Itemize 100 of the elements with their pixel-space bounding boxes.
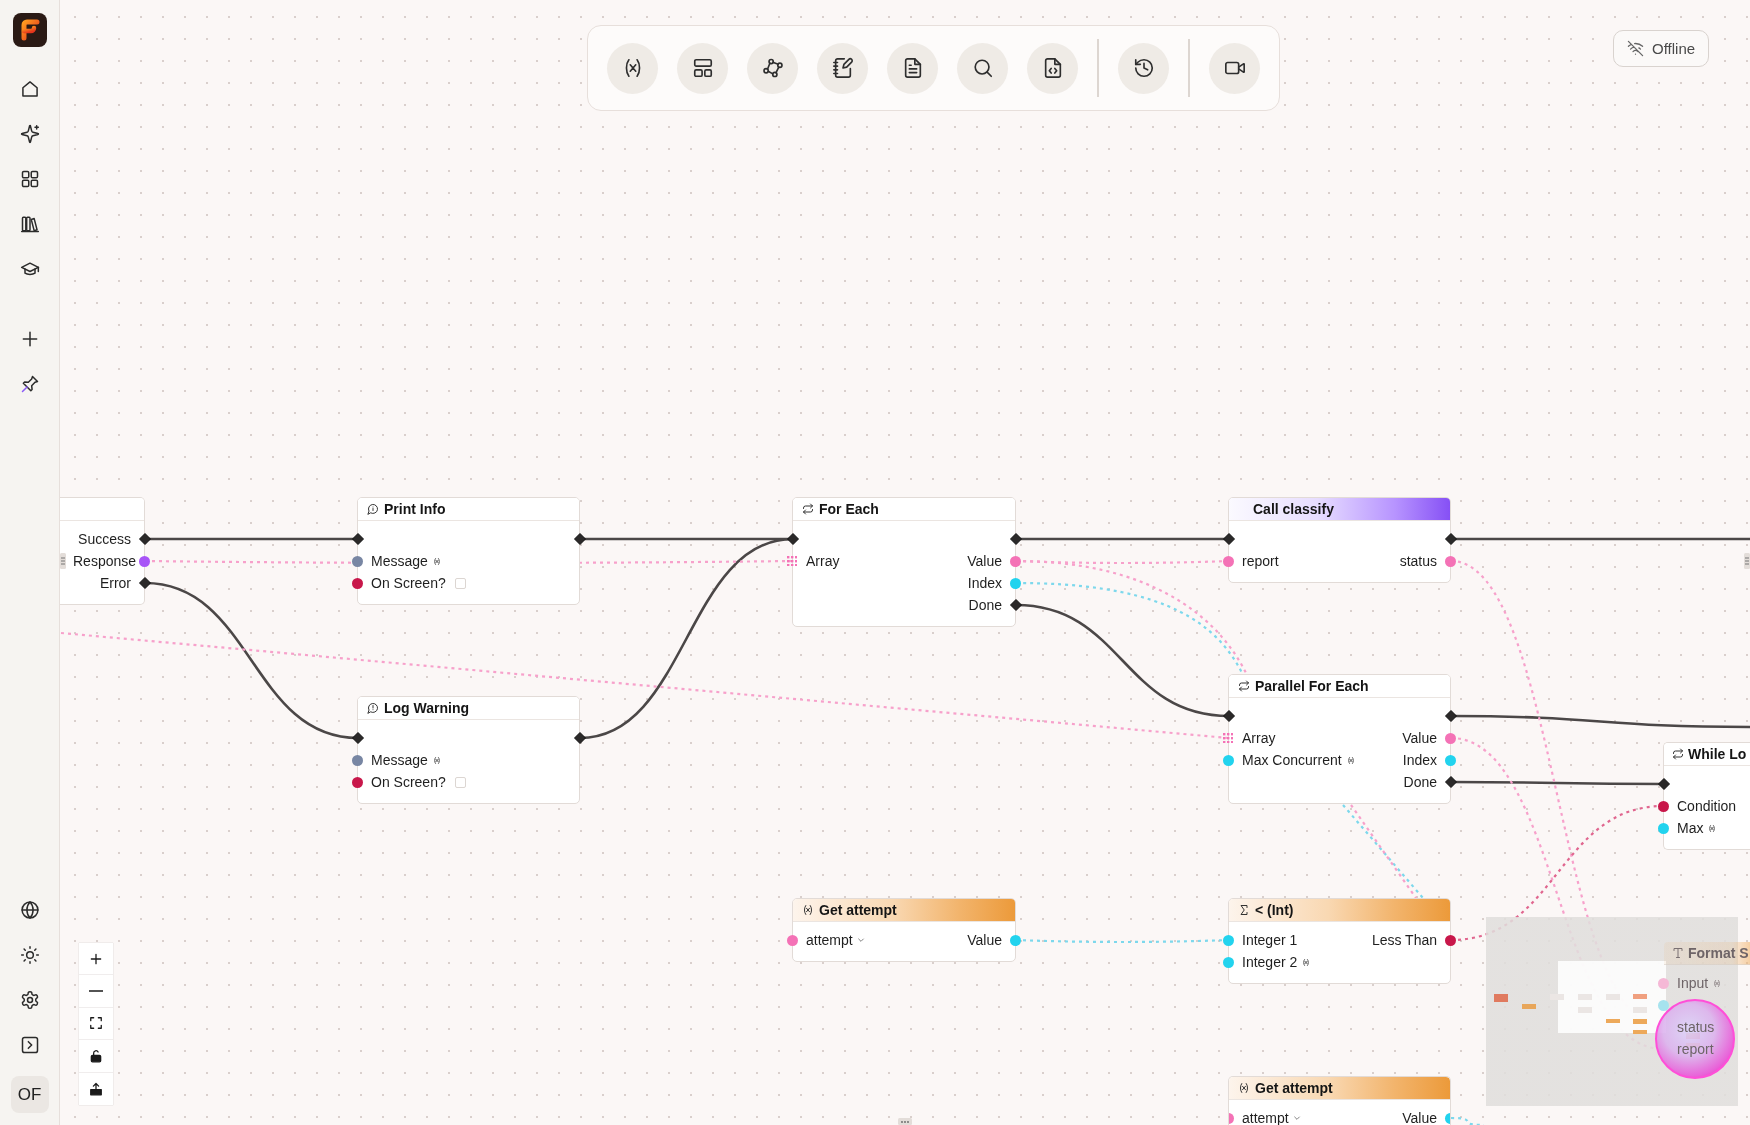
pin-icon[interactable]	[19, 374, 40, 394]
node-title: < (Int)	[1255, 902, 1294, 918]
home-icon[interactable]	[19, 79, 40, 99]
lock-button[interactable]	[79, 1040, 113, 1073]
orb-button[interactable]	[1655, 999, 1735, 1079]
exec-port[interactable]	[786, 533, 799, 545]
port-label: Success	[78, 531, 131, 547]
port-label: Value	[1402, 730, 1437, 746]
exec-port[interactable]	[1657, 778, 1670, 790]
fit-view-button[interactable]	[79, 1007, 113, 1041]
node-title: Get attempt	[819, 902, 897, 918]
port-label: status	[1399, 553, 1437, 569]
sparkles-icon[interactable]	[19, 124, 40, 144]
data-port[interactable]	[1445, 934, 1456, 946]
data-port[interactable]	[1010, 555, 1021, 567]
port-label: On Screen?	[371, 774, 446, 790]
layout-icon	[691, 57, 714, 79]
data-port[interactable]	[1223, 555, 1234, 567]
array-port[interactable]	[1223, 732, 1234, 744]
node-title: Call classify	[1253, 501, 1334, 517]
exec-port[interactable]	[1444, 710, 1457, 722]
data-port[interactable]	[352, 577, 363, 589]
checkbox[interactable]	[454, 776, 466, 788]
port-label: Condition	[1677, 798, 1737, 814]
data-port[interactable]	[139, 555, 150, 567]
tray-arrow-up-icon	[89, 1081, 103, 1096]
chevron-square-icon[interactable]	[19, 1035, 40, 1055]
wifi-off-icon	[1627, 40, 1644, 57]
port-label: status	[1677, 1019, 1715, 1035]
data-port[interactable]	[787, 934, 798, 946]
port-label: Integer 2	[1242, 954, 1298, 970]
variables-button[interactable]	[607, 42, 658, 94]
books-icon[interactable]	[19, 214, 40, 234]
speech-bubble-alert-icon	[367, 702, 379, 714]
port-label: Index	[1402, 752, 1437, 768]
settings-icon[interactable]	[19, 990, 40, 1010]
app-logo-icon[interactable]	[12, 13, 47, 47]
offline-button[interactable]: Offline	[1613, 30, 1710, 67]
port-label: Array	[806, 553, 840, 569]
node-title: Log Warning	[384, 700, 470, 716]
layout-button[interactable]	[677, 42, 728, 94]
exec-port[interactable]	[351, 732, 364, 744]
exec-port[interactable]	[1222, 533, 1235, 545]
port-label: Integer 1	[1242, 932, 1298, 948]
exec-port[interactable]	[138, 533, 151, 545]
document-button[interactable]	[887, 42, 938, 94]
data-port[interactable]	[352, 776, 363, 788]
exec-port[interactable]	[1444, 776, 1457, 788]
code-file-button[interactable]	[1027, 42, 1078, 94]
exec-port[interactable]	[1444, 533, 1457, 545]
waypoints-icon	[761, 57, 784, 79]
exec-port[interactable]	[573, 533, 586, 545]
data-port[interactable]	[1445, 555, 1456, 567]
globe-icon[interactable]	[19, 900, 40, 920]
grip-icon[interactable]	[60, 553, 66, 569]
port-label: On Screen?	[371, 575, 446, 591]
variable-dropdown[interactable]: attempt	[806, 932, 865, 948]
node-title: Format S	[1688, 945, 1749, 961]
node-title: Parallel For Each	[1255, 678, 1369, 694]
exec-port[interactable]	[1222, 710, 1235, 722]
workflow-button[interactable]	[747, 42, 798, 94]
search-icon	[971, 57, 994, 79]
sun-icon[interactable]	[19, 945, 40, 965]
port-label: report	[1677, 1041, 1714, 1057]
variable-dropdown[interactable]: attempt	[1242, 1110, 1301, 1125]
exec-port[interactable]	[138, 577, 151, 589]
history-button[interactable]	[1118, 42, 1169, 94]
data-port[interactable]	[1445, 732, 1456, 744]
export-button[interactable]	[79, 1072, 113, 1105]
data-port[interactable]	[352, 555, 363, 567]
sigma-icon	[1238, 904, 1250, 916]
exec-port[interactable]	[1009, 599, 1022, 611]
repeat-icon	[1238, 680, 1250, 692]
data-port[interactable]	[352, 754, 363, 766]
exec-port[interactable]	[1009, 533, 1022, 545]
exec-port[interactable]	[573, 732, 586, 744]
zoom-out-button[interactable]	[79, 975, 113, 1008]
record-button[interactable]	[1209, 42, 1260, 94]
lock-icon	[89, 1048, 103, 1063]
port-label: Value	[1402, 1110, 1437, 1125]
port-label: Max Concurrent	[1242, 752, 1342, 768]
grip-icon[interactable]	[1744, 553, 1750, 569]
port-label: Message	[371, 553, 428, 569]
exec-port[interactable]	[351, 533, 364, 545]
corner-brackets-icon	[89, 1016, 103, 1031]
zoom-in-button[interactable]	[79, 943, 113, 976]
grip-icon[interactable]	[898, 1118, 912, 1125]
array-port[interactable]	[787, 555, 798, 567]
minimap-node	[1633, 994, 1647, 999]
data-port[interactable]	[1658, 800, 1669, 812]
avatar-button[interactable]: OF	[10, 1076, 49, 1113]
minimap-node	[1494, 994, 1508, 1002]
chevron-down-icon	[856, 936, 865, 944]
node-title: Get attempt	[1255, 1080, 1333, 1096]
notes-button[interactable]	[817, 42, 868, 94]
checkbox[interactable]	[454, 577, 466, 589]
grid-icon[interactable]	[19, 169, 40, 189]
search-button[interactable]	[957, 42, 1008, 94]
minus-icon	[89, 990, 103, 993]
repeat-icon	[1672, 748, 1684, 760]
